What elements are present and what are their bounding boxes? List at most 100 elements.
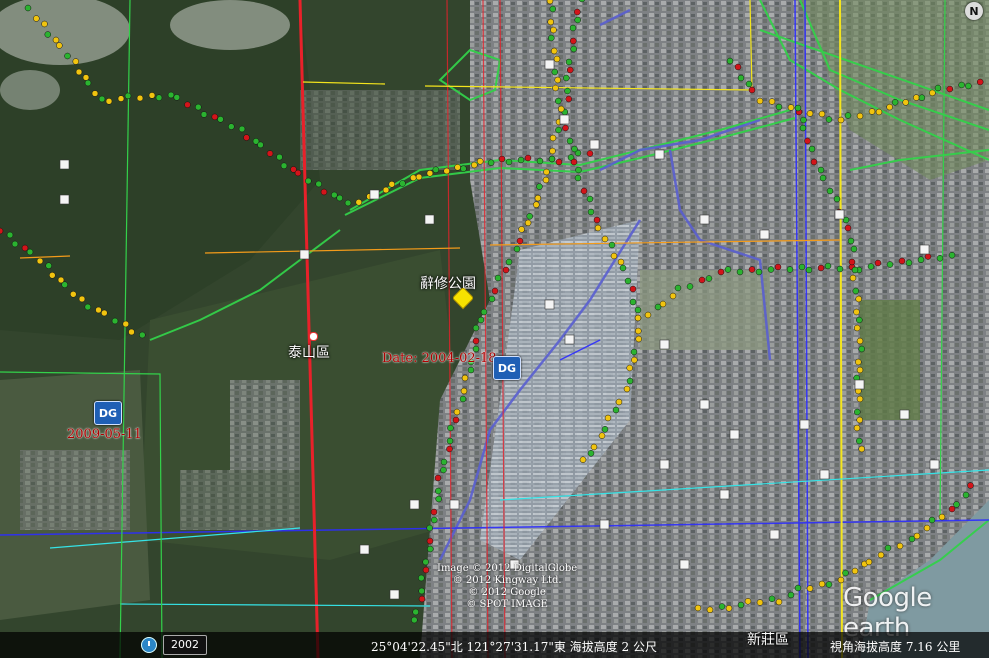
placemark-dot[interactable] [634,306,642,314]
placemark-dot[interactable] [565,58,573,66]
placemark-dot[interactable] [851,266,859,274]
placemark-dot[interactable] [884,544,892,552]
placemark-dot[interactable] [626,364,633,372]
placemark-dot[interactable] [518,226,525,233]
placemark-dot[interactable] [794,104,802,112]
placemark-dot[interactable] [928,516,936,524]
placemark-dot[interactable] [101,309,108,317]
placemark-dot[interactable] [837,116,845,124]
placemark-dot[interactable] [913,532,921,540]
placemark-dot[interactable] [965,82,972,90]
placemark-dot[interactable] [786,266,794,273]
placemark-dot[interactable] [78,295,86,303]
placemark-dot[interactable] [98,95,106,103]
placemark-dot[interactable] [443,167,450,175]
placemark-dot[interactable] [923,524,931,532]
placemark-dot[interactable] [452,416,460,424]
placemark-dot[interactable] [315,180,322,188]
placemark-dot[interactable] [136,94,144,102]
placemark-dot[interactable] [774,263,782,271]
placemark-dot[interactable] [543,168,550,176]
placemark-dot[interactable] [412,608,419,616]
poi-icon[interactable] [544,59,555,70]
placemark-dot[interactable] [737,74,745,82]
placemark-dot[interactable] [587,450,595,457]
placemark-dot[interactable] [817,264,825,272]
placemark-dot[interactable] [856,316,863,324]
placemark-dot[interactable] [447,424,454,432]
placemark-dot[interactable] [435,495,442,503]
placemark-dot[interactable] [84,79,92,87]
placemark-dot[interactable] [555,97,562,105]
placemark-dot[interactable] [748,266,756,273]
placemark-dot[interactable] [817,166,825,174]
placemark-dot[interactable] [844,224,852,232]
placemark-dot[interactable] [536,183,543,190]
placemark-dot[interactable] [480,308,488,316]
placemark-dot[interactable] [594,224,602,232]
placemark-dot[interactable] [426,537,434,545]
placemark-dot[interactable] [167,91,175,99]
placemark-dot[interactable] [41,20,48,28]
placemark-dot[interactable] [84,303,92,311]
placemark-dot[interactable] [623,385,631,393]
placemark-dot[interactable] [410,174,417,182]
placemark-dot[interactable] [858,445,865,453]
placemark-dot[interactable] [818,580,826,588]
placemark-dot[interactable] [467,366,475,374]
placemark-dot[interactable] [565,95,572,103]
placemark-dot[interactable] [75,68,83,76]
placemark-dot[interactable] [886,103,893,111]
placemark-dot[interactable] [553,55,561,63]
placemark-dot[interactable] [858,345,865,353]
placemark-dot[interactable] [238,125,246,133]
placemark-dot[interactable] [726,57,734,65]
placemark-dot[interactable] [948,251,956,259]
placemark-dot[interactable] [800,116,807,124]
placemark-dot[interactable] [686,283,694,290]
placemark-dot[interactable] [875,108,883,116]
placemark-dot[interactable] [487,159,495,166]
placemark-dot[interactable] [598,432,606,439]
placemark-dot[interactable] [948,505,956,513]
placemark-dot[interactable] [435,487,442,495]
placemark-dot[interactable] [629,298,637,306]
poi-icon[interactable] [654,149,665,160]
placemark-dot[interactable] [494,274,502,282]
placemark-dot[interactable] [139,331,146,339]
placemark-dot[interactable] [929,89,936,97]
placemark-dot[interactable] [6,231,14,239]
placemark-dot[interactable] [855,358,862,366]
placemark-dot[interactable] [498,155,506,163]
placemark-dot[interactable] [868,108,876,115]
placemark-dot[interactable] [72,58,80,65]
placemark-dot[interactable] [432,166,440,173]
placemark-dot[interactable] [549,5,557,13]
placemark-dot[interactable] [418,587,425,595]
placemark-dot[interactable] [91,90,99,97]
placemark-dot[interactable] [587,208,595,216]
placemark-dot[interactable] [856,416,863,424]
placemark-dot[interactable] [775,103,783,111]
placemark-dot[interactable] [563,74,570,82]
placemark-dot[interactable] [586,195,594,203]
placemark-dot[interactable] [756,599,764,606]
placemark-dot[interactable] [902,99,909,106]
placemark-dot[interactable] [818,110,826,118]
placemark-dot[interactable] [294,169,302,177]
placemark-dot[interactable] [517,156,525,164]
placemark-dot[interactable] [867,263,875,270]
placemark-dot[interactable] [852,287,860,295]
placemark-dot[interactable] [635,335,642,343]
placemark-dot[interactable] [472,337,480,345]
poi-icon[interactable] [559,114,570,125]
placemark-dot[interactable] [569,24,577,32]
placemark-dot[interactable] [755,268,763,276]
placemark-dot[interactable] [476,158,484,165]
placemark-dot[interactable] [422,566,430,574]
placemark-dot[interactable] [570,45,577,53]
placemark-dot[interactable] [418,595,426,603]
placemark-dot[interactable] [631,356,638,364]
placemark-dot[interactable] [266,150,274,157]
placemark-dot[interactable] [155,94,163,101]
